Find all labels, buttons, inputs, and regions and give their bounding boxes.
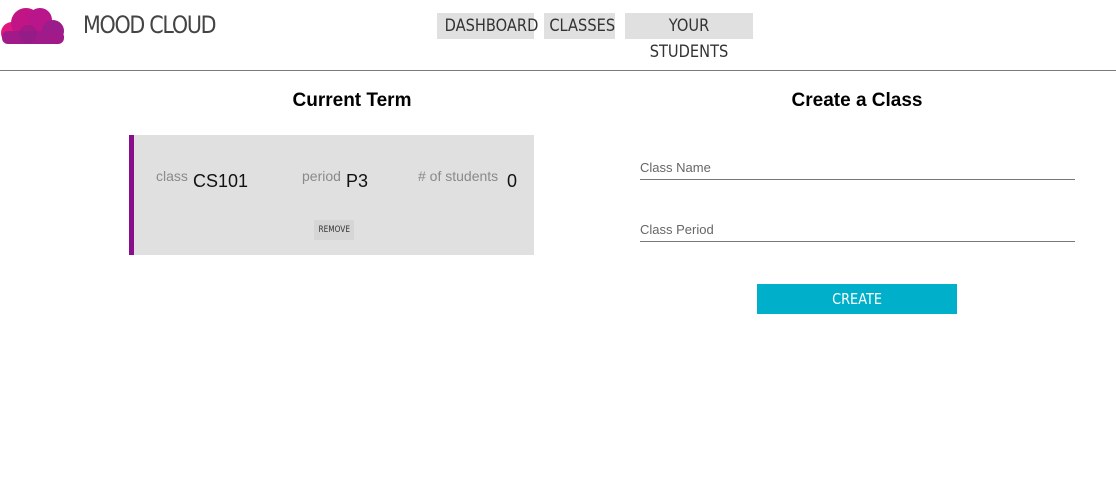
nav-your-students[interactable]: YOUR STUDENTS [625,13,753,62]
period-value: P3 [346,171,369,191]
create-button[interactable]: CREATE [757,284,957,314]
remove-button-label: REMOVE [318,225,350,235]
students-label: # of students [418,168,499,184]
class-period-input[interactable] [640,217,1075,242]
nav-classes-label: CLASSES [549,16,616,36]
nav-dashboard[interactable]: DASHBOARD [437,13,538,39]
create-button-label: CREATE [832,290,882,308]
class-label: class [156,168,188,184]
class-value: CS101 [193,171,249,191]
create-class-title: Create a Class [791,90,923,111]
class-name-input[interactable] [640,155,1075,180]
remove-button[interactable]: REMOVE [314,220,354,240]
brand-name: MOOD CLOUD [83,11,217,39]
header: MOOD CLOUD DASHBOARD CLASSES YOUR STUDEN… [0,0,1116,71]
period-label: period [302,168,341,184]
cloud-logo-icon[interactable] [0,2,66,44]
nav-dashboard-label: DASHBOARD [444,16,539,36]
nav-your-students-label: YOUR STUDENTS [649,16,729,62]
nav-classes[interactable]: CLASSES [544,13,615,39]
class-card: class CS101 period P3 # of students 0 RE… [129,135,534,255]
students-value: 0 [507,171,518,191]
current-term-title: Current Term [292,90,412,111]
